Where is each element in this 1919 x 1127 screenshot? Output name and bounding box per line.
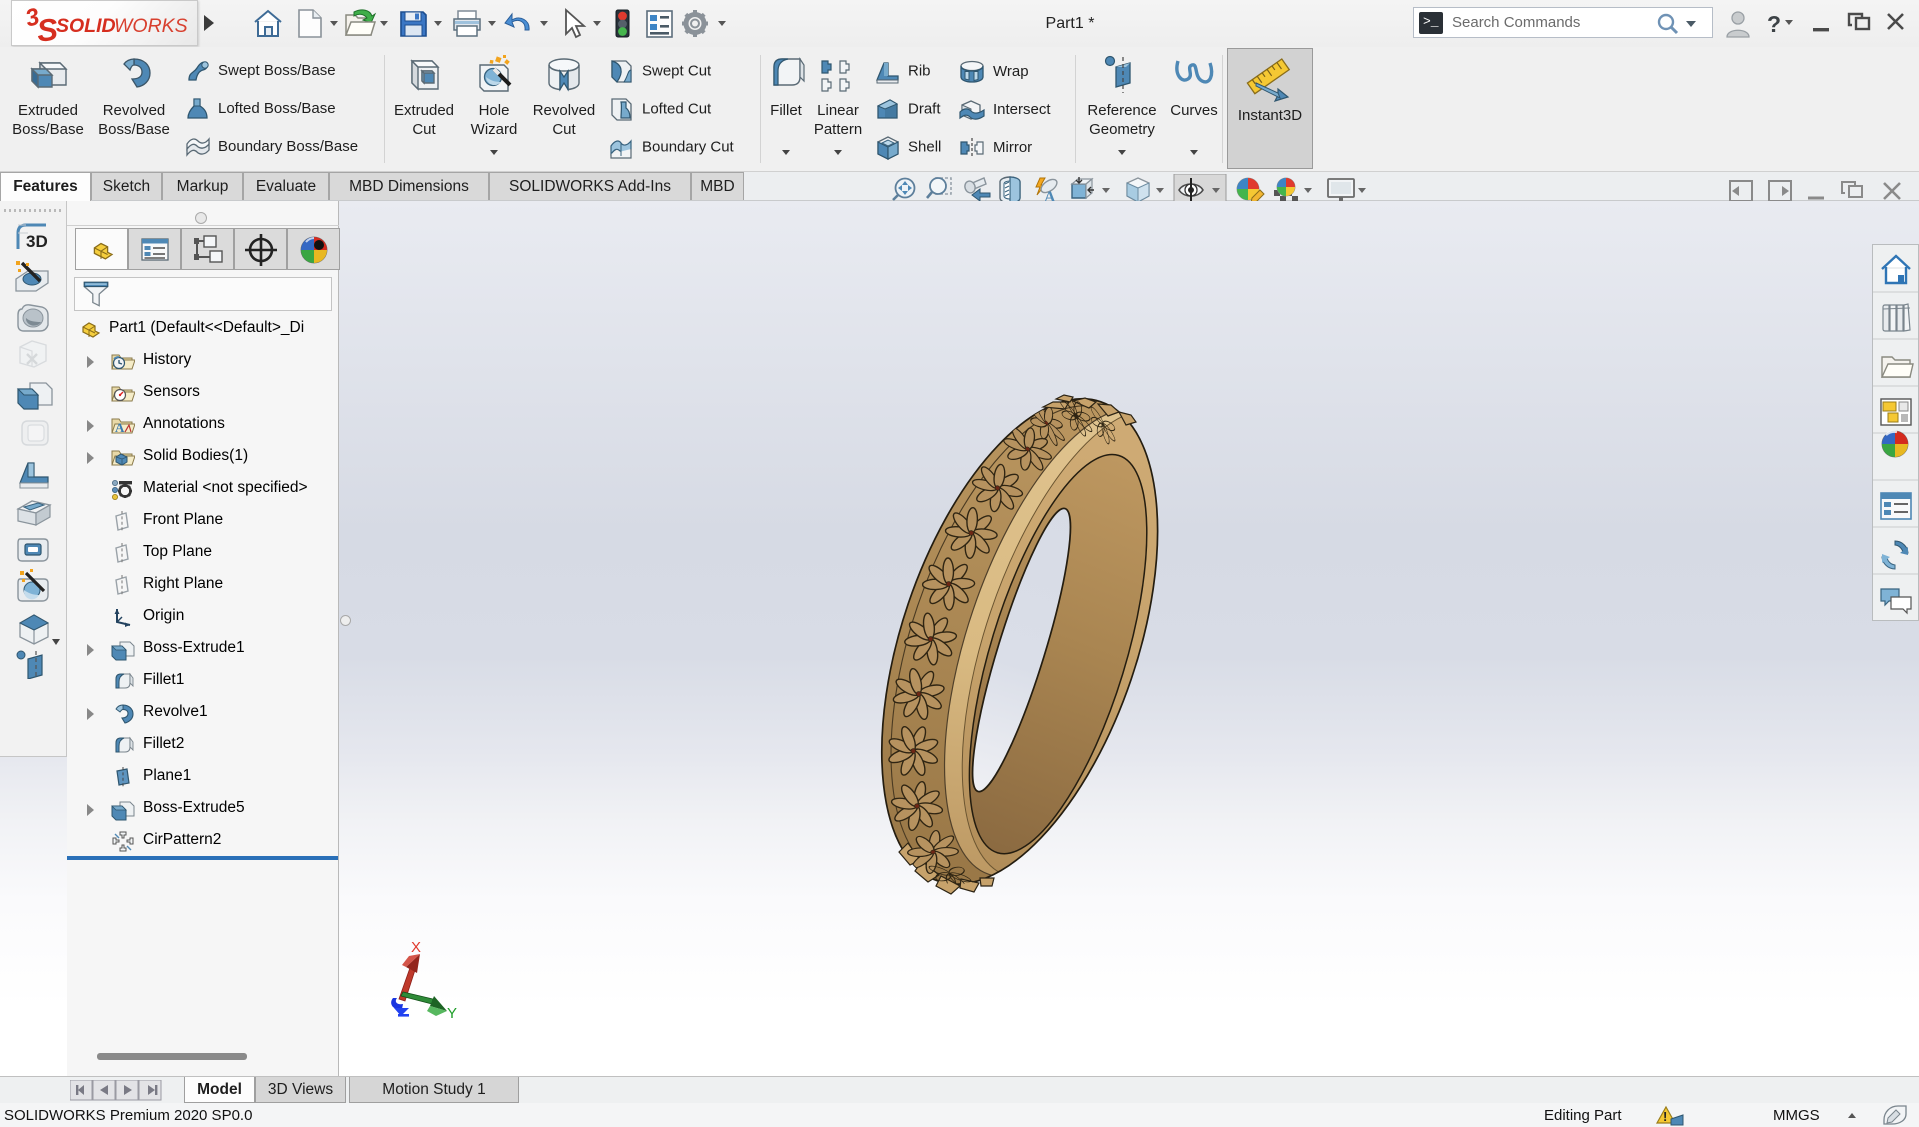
svg-text:Y: Y — [447, 1005, 457, 1022]
svg-text:3D: 3D — [26, 232, 48, 251]
svg-text:X: X — [411, 939, 421, 956]
svg-text:!: ! — [1663, 1109, 1667, 1124]
svg-text:A: A — [115, 420, 125, 435]
